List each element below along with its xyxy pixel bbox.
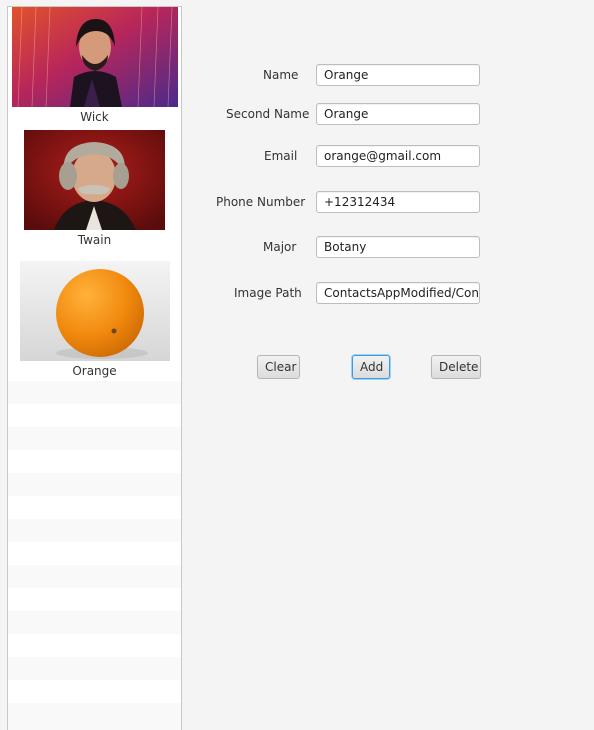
major-label: Major xyxy=(263,240,297,254)
empty-row xyxy=(8,450,181,473)
contacts-list[interactable]: Wick Twain Orange xyxy=(7,6,182,730)
email-label: Email xyxy=(264,149,298,163)
empty-row xyxy=(8,519,181,542)
list-item-twain[interactable]: Twain xyxy=(8,127,181,250)
contact-name-orange: Orange xyxy=(72,364,117,378)
empty-row xyxy=(8,588,181,611)
orange-photo xyxy=(19,261,170,361)
clear-button[interactable]: Clear xyxy=(257,355,300,379)
contact-name-wick: Wick xyxy=(80,110,109,124)
second-name-field[interactable]: Orange xyxy=(316,103,480,125)
delete-button[interactable]: Delete xyxy=(431,355,481,379)
image-path-field[interactable]: ContactsAppModified/Conta xyxy=(316,282,480,304)
contact-name-twain: Twain xyxy=(77,233,112,247)
empty-row xyxy=(8,611,181,634)
empty-row xyxy=(8,542,181,565)
empty-row xyxy=(8,703,181,726)
second-name-label: Second Name xyxy=(226,107,310,121)
list-item-wick[interactable]: Wick xyxy=(8,7,181,127)
empty-row xyxy=(8,427,181,450)
phone-number-label: Phone Number xyxy=(216,195,306,209)
empty-row xyxy=(8,473,181,496)
add-button[interactable]: Add xyxy=(352,355,390,379)
wick-photo xyxy=(11,7,178,107)
empty-row xyxy=(8,496,181,519)
twain-portrait xyxy=(24,130,165,230)
empty-row xyxy=(8,404,181,427)
empty-row xyxy=(8,680,181,703)
major-field[interactable]: Botany xyxy=(316,236,480,258)
empty-row xyxy=(8,381,181,404)
empty-row xyxy=(8,565,181,588)
image-path-label: Image Path xyxy=(234,286,302,300)
name-label: Name xyxy=(263,68,299,82)
email-field[interactable]: orange@gmail.com xyxy=(316,145,480,167)
phone-number-field[interactable]: +12312434 xyxy=(316,191,480,213)
list-item-orange[interactable]: Orange xyxy=(8,250,181,381)
empty-row xyxy=(8,657,181,680)
empty-row xyxy=(8,634,181,657)
name-field[interactable]: Orange xyxy=(316,64,480,86)
